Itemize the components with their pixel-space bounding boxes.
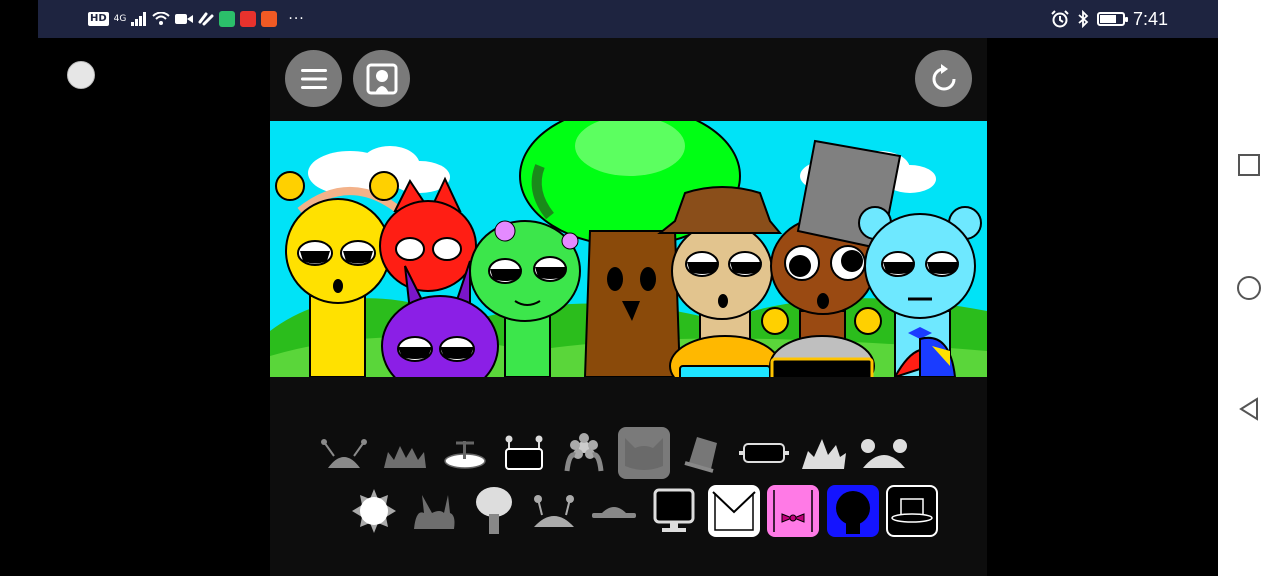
status-left: HD 4G ··· <box>88 9 305 29</box>
hamburger-icon <box>300 68 327 89</box>
spiky-head-icon <box>384 446 426 468</box>
costume-tray-row-2 <box>270 485 987 539</box>
slot-propeller-cap[interactable] <box>439 427 491 479</box>
slot-crown-spikes[interactable] <box>798 427 850 479</box>
recent-apps-button[interactable] <box>1237 153 1261 177</box>
blue-silhouette-icon <box>836 491 870 534</box>
home-button[interactable] <box>1237 276 1261 300</box>
portrait-frame-icon <box>366 63 397 94</box>
more-notifications: ··· <box>288 11 305 27</box>
menu-button[interactable] <box>285 50 342 107</box>
slot-horns[interactable] <box>408 485 460 537</box>
tree-top-icon <box>476 487 512 534</box>
hd-badge: HD <box>88 12 109 26</box>
wifi-icon <box>152 12 171 25</box>
app-icon-2 <box>240 11 257 27</box>
slot-bear-ears[interactable] <box>858 427 910 479</box>
stage-illustration <box>270 121 987 377</box>
slot-tv-head[interactable] <box>648 485 700 537</box>
bear-ears-icon <box>861 439 907 468</box>
bucket-hat-icon <box>684 437 717 473</box>
video-call-icon <box>175 14 194 24</box>
link-icon <box>198 12 214 26</box>
gallery-button[interactable] <box>353 50 410 107</box>
slot-pink-bow[interactable] <box>767 485 819 537</box>
slot-black-top-hat[interactable] <box>886 485 938 537</box>
sun-head-icon <box>352 489 396 533</box>
game-panel <box>270 38 987 576</box>
app-icon-1 <box>219 11 236 27</box>
back-button[interactable] <box>1237 397 1261 421</box>
slot-cat-ears[interactable] <box>618 427 670 479</box>
alarm-icon <box>1051 10 1069 28</box>
pink-bow-icon <box>773 490 813 532</box>
reset-button[interactable] <box>915 50 972 107</box>
slot-sun-head[interactable] <box>348 485 400 537</box>
visor-icon <box>739 443 789 463</box>
system-navigation-bar <box>1218 0 1280 576</box>
crown-spikes-icon <box>802 439 846 469</box>
slot-robot-screen[interactable] <box>498 427 550 479</box>
propeller-cap-icon <box>444 441 486 469</box>
slot-bucket-hat[interactable] <box>678 427 730 479</box>
slot-antenna-head[interactable] <box>318 427 370 479</box>
stage-scene <box>270 121 987 377</box>
status-bar: HD 4G ··· 7:41 <box>38 0 1218 38</box>
antenna-head-icon <box>321 439 367 468</box>
screen: HD 4G ··· 7:41 <box>0 0 1280 576</box>
battery-icon <box>1096 12 1128 26</box>
floating-assistive-button[interactable] <box>67 61 95 89</box>
white-envelope-icon <box>712 491 756 531</box>
slot-tree-top[interactable] <box>468 485 520 537</box>
slot-flower-head[interactable] <box>558 427 610 479</box>
slot-spiky-head[interactable] <box>378 427 430 479</box>
tv-head-icon <box>653 488 695 532</box>
slot-brim-hat[interactable] <box>588 485 640 537</box>
slot-white-envelope[interactable] <box>708 485 760 537</box>
costume-tray-row-1 <box>270 427 987 481</box>
bluetooth-icon <box>1078 10 1089 28</box>
refresh-icon <box>932 63 955 90</box>
network-type: 4G <box>113 14 127 24</box>
horns-icon <box>414 495 455 529</box>
signal-icon <box>131 12 147 26</box>
flower-head-icon <box>564 433 604 472</box>
black-top-hat-icon <box>891 498 933 523</box>
robot-screen-icon <box>505 435 543 470</box>
lollipop-antennas-icon <box>534 495 574 527</box>
slot-visor[interactable] <box>738 427 790 479</box>
slot-lollipop-antennas[interactable] <box>528 485 580 537</box>
app-icon-3 <box>261 11 278 27</box>
slot-blue-silhouette[interactable] <box>827 485 879 537</box>
clock: 7:41 <box>1132 8 1168 29</box>
cat-ears-icon <box>625 438 663 470</box>
status-right: 7:41 <box>1051 8 1168 30</box>
brim-hat-icon <box>592 507 636 518</box>
